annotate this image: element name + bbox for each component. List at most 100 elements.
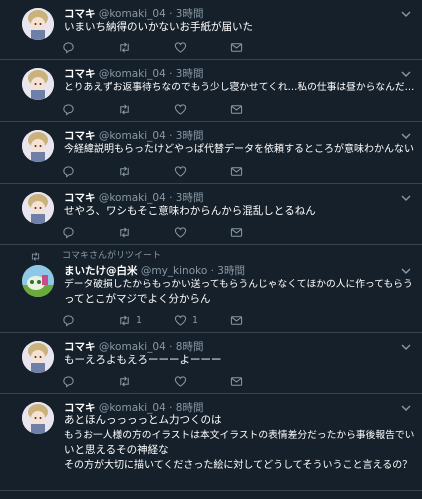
display-name[interactable]: コマキ [64, 192, 96, 204]
heart-icon [174, 375, 187, 387]
retweet-button[interactable] [118, 224, 136, 240]
tweet-menu-button[interactable] [400, 192, 412, 204]
display-name[interactable]: コマキ [64, 68, 96, 80]
mail-icon [230, 42, 243, 52]
retweet-icon [120, 165, 129, 177]
timestamp[interactable]: 3時間 [217, 265, 245, 277]
avatar[interactable] [22, 68, 54, 100]
tweet-line: いと思えるその神経な [64, 444, 169, 456]
like-button[interactable] [174, 39, 192, 55]
direct-message-button[interactable] [230, 224, 243, 240]
tweet-line: もうお一人様の方のイラストは本文イラストの表情差分だったから事後報告でい [64, 430, 414, 441]
avatar[interactable] [22, 192, 54, 224]
timestamp[interactable]: 3時間 [176, 68, 204, 80]
separator: · [169, 130, 173, 142]
timestamp[interactable]: 8時間 [176, 341, 204, 353]
display-name[interactable]: コマキ [64, 8, 96, 20]
tweet[interactable]: コマキ @komaki_04 · 3時間 今経緯説明もらったけどやっぱ代替データ… [0, 122, 422, 184]
tweet[interactable]: コマキ @komaki_04 · 8時間 もーえろよもえろーーーよーーー [0, 333, 422, 394]
tweet-text: データ破損したからもっかい送ってもらうんじゃなくてほかの人に作ってもらう ってと… [64, 277, 414, 307]
tweet-line: せやろ、ワシもそこ意味わからんから混乱しとるねん [64, 205, 316, 217]
tweet-menu-button[interactable] [400, 130, 412, 142]
direct-message-button[interactable] [230, 373, 243, 389]
tweet-header: まいたけ@白米 @my_kinoko · 3時間 [64, 264, 245, 278]
display-name[interactable]: まいたけ@白米 [64, 265, 138, 277]
tweet[interactable]: コマキ @komaki_04 · 3時間 いまいち納得のいかないお手紙が届いた [0, 0, 422, 60]
tweet-text: せやろ、ワシもそこ意味わからんから混乱しとるねん [64, 204, 414, 219]
tweet-line: とりあえずお返事待ちなのでもう少し寝かせてくれ…私の仕事は昼からなんだ… [64, 82, 414, 93]
user-handle[interactable]: @komaki_04 [99, 130, 166, 142]
tweet-actions [62, 224, 362, 240]
retweet-icon [120, 41, 129, 53]
reply-button[interactable] [62, 39, 80, 55]
like-button[interactable] [174, 373, 192, 389]
user-handle[interactable]: @komaki_04 [99, 8, 166, 20]
retweet-button[interactable] [118, 39, 136, 55]
tweet-line: その方が大切に描いてくださった絵に対してどうしてそういうこと言えるの？ [64, 460, 413, 471]
tweet-actions [62, 163, 362, 179]
user-handle[interactable]: @komaki_04 [99, 68, 166, 80]
avatar[interactable] [22, 8, 54, 40]
user-handle[interactable]: @komaki_04 [99, 192, 166, 204]
separator: · [169, 68, 173, 80]
timestamp[interactable]: 3時間 [176, 130, 204, 142]
direct-message-button[interactable] [230, 39, 243, 55]
timestamp[interactable]: 3時間 [176, 192, 204, 204]
tweet-header: コマキ @komaki_04 · 3時間 [64, 7, 203, 21]
direct-message-button[interactable] [230, 101, 243, 117]
reply-button[interactable] [62, 163, 80, 179]
chevron-down-icon [401, 344, 411, 350]
tweet[interactable]: コマキ @komaki_04 · 3時間 せやろ、ワシもそこ意味わからんから混乱… [0, 184, 422, 245]
next-tweet-edge [0, 491, 422, 499]
display-name[interactable]: コマキ [64, 341, 96, 353]
tweet[interactable]: コマキ @komaki_04 · 3時間 とりあえずお返事待ちなのでもう少し寝か… [0, 60, 422, 122]
like-button[interactable]: 1 [174, 312, 198, 328]
direct-message-button[interactable] [230, 163, 243, 179]
tweet-actions [62, 373, 362, 389]
mail-icon [230, 376, 243, 386]
reply-button[interactable] [62, 224, 80, 240]
tweet-menu-button[interactable] [400, 68, 412, 80]
tweet-line: もーえろよもえろーーーよーーー [64, 354, 222, 366]
reply-icon [63, 375, 74, 388]
display-name[interactable]: コマキ [64, 130, 96, 142]
tweet-menu-button[interactable] [400, 265, 412, 277]
avatar[interactable] [22, 130, 54, 162]
direct-message-button[interactable] [230, 312, 243, 328]
user-handle[interactable]: @my_kinoko [141, 265, 207, 277]
tweet-header: コマキ @komaki_04 · 8時間 [64, 340, 203, 354]
reply-button[interactable] [62, 312, 80, 328]
avatar[interactable] [22, 265, 54, 297]
tweet[interactable]: コマキさんがリツイート まいたけ@白米 @my_kinoko · 3時間 データ… [0, 245, 422, 333]
like-button[interactable] [174, 224, 192, 240]
timestamp[interactable]: 3時間 [176, 8, 204, 20]
avatar[interactable] [22, 341, 54, 373]
like-button[interactable] [174, 163, 192, 179]
heart-icon [174, 314, 187, 326]
retweet-button[interactable] [118, 163, 136, 179]
avatar[interactable] [22, 402, 54, 434]
tweet-header: コマキ @komaki_04 · 3時間 [64, 67, 203, 81]
retweet-button[interactable] [118, 101, 136, 117]
tweet-menu-button[interactable] [400, 8, 412, 20]
retweet-button[interactable]: 1 [118, 312, 142, 328]
tweet-actions [62, 39, 362, 55]
like-count: 1 [192, 314, 199, 326]
timeline: コマキ @komaki_04 · 3時間 いまいち納得のいかないお手紙が届いた … [0, 0, 422, 499]
tweet-actions [62, 101, 362, 117]
retweet-button[interactable] [118, 373, 136, 389]
reply-button[interactable] [62, 101, 80, 117]
retweet-count: 1 [136, 314, 143, 326]
retweet-icon [120, 226, 129, 238]
reply-icon [63, 103, 74, 116]
tweet-menu-button[interactable] [400, 341, 412, 353]
separator: · [169, 341, 173, 353]
heart-icon [174, 165, 187, 177]
user-handle[interactable]: @komaki_04 [99, 341, 166, 353]
tweet-text: とりあえずお返事待ちなのでもう少し寝かせてくれ…私の仕事は昼からなんだ… [64, 80, 414, 95]
tweet[interactable]: コマキ @komaki_04 · 8時間 あとほんっっっっとム力つくのは もうお… [0, 394, 422, 491]
retweeted-by-label: コマキさんがリツイート [62, 251, 162, 261]
reply-button[interactable] [62, 373, 80, 389]
separator: · [169, 192, 173, 204]
like-button[interactable] [174, 101, 192, 117]
